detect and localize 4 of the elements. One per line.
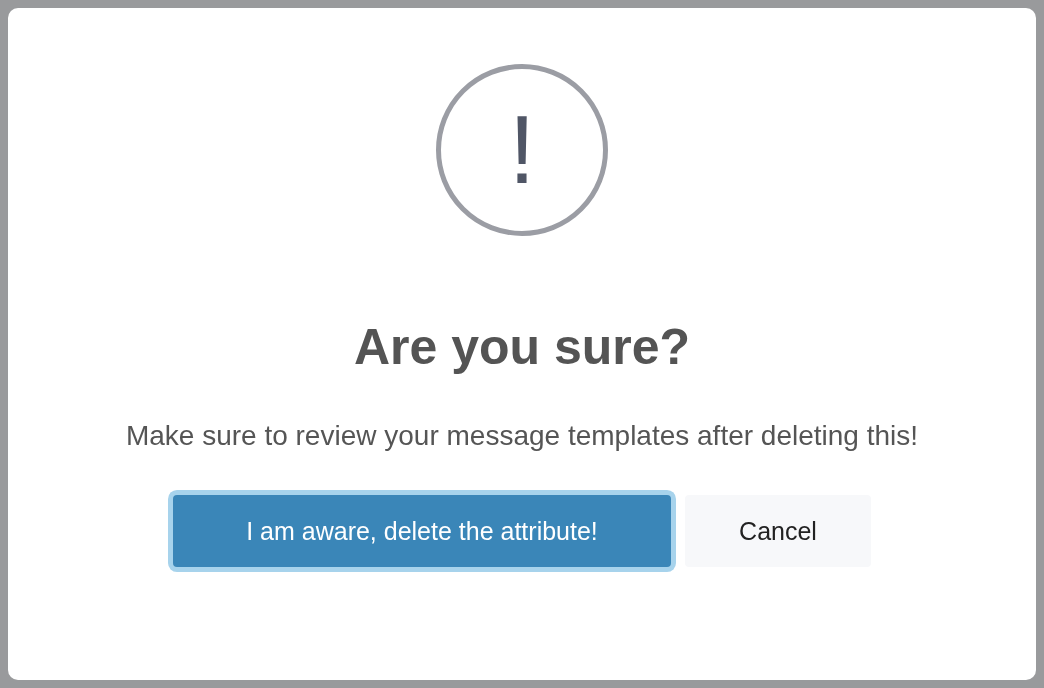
warning-icon: ! [436, 64, 608, 236]
dialog-message: Make sure to review your message templates after deleting this! [124, 419, 920, 453]
cancel-button[interactable]: Cancel [685, 495, 871, 567]
dialog-title: Are you sure? [353, 318, 691, 376]
